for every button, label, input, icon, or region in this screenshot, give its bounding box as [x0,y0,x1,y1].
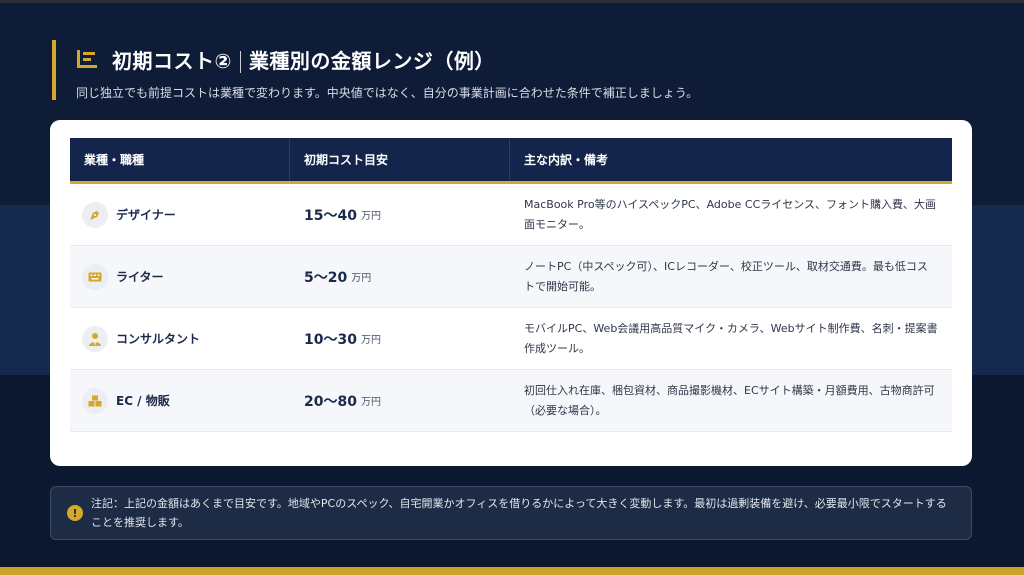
title-part-2: 業種別の金額レンジ（例） [248,48,495,73]
pen-nib-icon [82,201,108,228]
cost-cell: 20〜80 万円 [290,370,510,431]
role-name: ライター [116,270,164,284]
column-header-cost: 初期コスト目安 [290,138,510,181]
user-tie-icon [82,325,108,352]
title-separator [239,51,241,73]
column-header-notes: 主な内訳・備考 [524,153,609,167]
title-row: 初期コスト② 業種別の金額レンジ（例） [76,44,495,74]
cost-range: 10〜30 [304,331,357,348]
cost-unit: 万円 [351,273,372,284]
role-cell: ライター [70,246,290,307]
cost-cell: 15〜40 万円 [290,184,510,245]
slide-header: 初期コスト② 業種別の金額レンジ（例） 同じ独立でも前提コストは業種で変わります。… [52,40,992,102]
table-row: EC / 物販 20〜80 万円 初回仕入れ在庫、梱包資材、商品撮影機材、ECサイ… [70,370,952,432]
cost-cell: 5〜20 万円 [290,246,510,307]
exclamation-icon: ! [67,505,83,521]
column-header-role: 業種・職種 [70,138,290,181]
role-name: EC / 物販 [116,394,170,408]
page-title: 初期コスト② 業種別の金額レンジ（例） [112,45,495,74]
cost-unit: 万円 [360,397,381,408]
keyboard-icon [82,263,108,290]
notes-cell: MacBook Pro等のハイスペックPC、Adobe CCライセンス、フォント… [510,184,952,245]
cost-cell: 10〜30 万円 [290,308,510,369]
header-accent-bar [52,40,56,100]
notes-cell: 初回仕入れ在庫、梱包資材、商品撮影機材、ECサイト構築・月額費用、古物商許可（必… [510,370,952,431]
note-text: モバイルPC、Web会議用高品質マイク・カメラ、Webサイト制作費、名刺・提案書… [524,321,938,355]
role-cell: コンサルタント [70,308,290,369]
note-text: MacBook Pro等のハイスペックPC、Adobe CCライセンス、フォント… [524,197,937,231]
title-part-1: 初期コスト② [112,48,232,73]
bottom-accent-rule [0,567,1024,575]
table-row: コンサルタント 10〜30 万円 モバイルPC、Web会議用高品質マイク・カメラ、… [70,308,952,370]
notice-box: ! 注記：上記の金額はあくまで目安です。地域やPCのスペック、自宅開業かオフィス… [50,486,972,540]
role-name: コンサルタント [116,332,201,346]
note-text: 初回仕入れ在庫、梱包資材、商品撮影機材、ECサイト構築・月額費用、古物商許可（必… [524,383,935,417]
role-cell: EC / 物販 [70,370,290,431]
table-row: ライター 5〜20 万円 ノートPC（中スペック可）、ICレコーダー、校正ツール、… [70,246,952,308]
note-text: ノートPC（中スペック可）、ICレコーダー、校正ツール、取材交通費。最も低コスト… [524,259,928,293]
cost-range: 20〜80 [304,393,357,410]
cost-table: 業種・職種 初期コスト目安 主な内訳・備考 デザイナー 15〜40 万円 MacB… [70,138,952,432]
notes-cell: モバイルPC、Web会議用高品質マイク・カメラ、Webサイト制作費、名刺・提案書… [510,308,952,369]
top-rule [0,0,1024,3]
notes-cell: ノートPC（中スペック可）、ICレコーダー、校正ツール、取材交通費。最も低コスト… [510,246,952,307]
boxes-icon [82,387,108,414]
cost-range: 5〜20 [304,269,348,286]
notice-text: 注記：上記の金額はあくまで目安です。地域やPCのスペック、自宅開業かオフィスを借… [91,497,947,529]
cost-unit: 万円 [360,211,381,222]
cost-range: 15〜40 [304,207,357,224]
table-row: デザイナー 15〜40 万円 MacBook Pro等のハイスペックPC、Adob… [70,184,952,246]
cost-unit: 万円 [360,335,381,346]
table-card: 業種・職種 初期コスト目安 主な内訳・備考 デザイナー 15〜40 万円 MacB… [50,120,972,466]
page-subtitle: 同じ独立でも前提コストは業種で変わります。中央値ではなく、自分の事業計画に合わせ… [76,86,699,100]
bar-list-icon [76,48,98,70]
table-header: 業種・職種 初期コスト目安 主な内訳・備考 [70,138,952,184]
role-cell: デザイナー [70,184,290,245]
role-name: デザイナー [116,208,176,222]
